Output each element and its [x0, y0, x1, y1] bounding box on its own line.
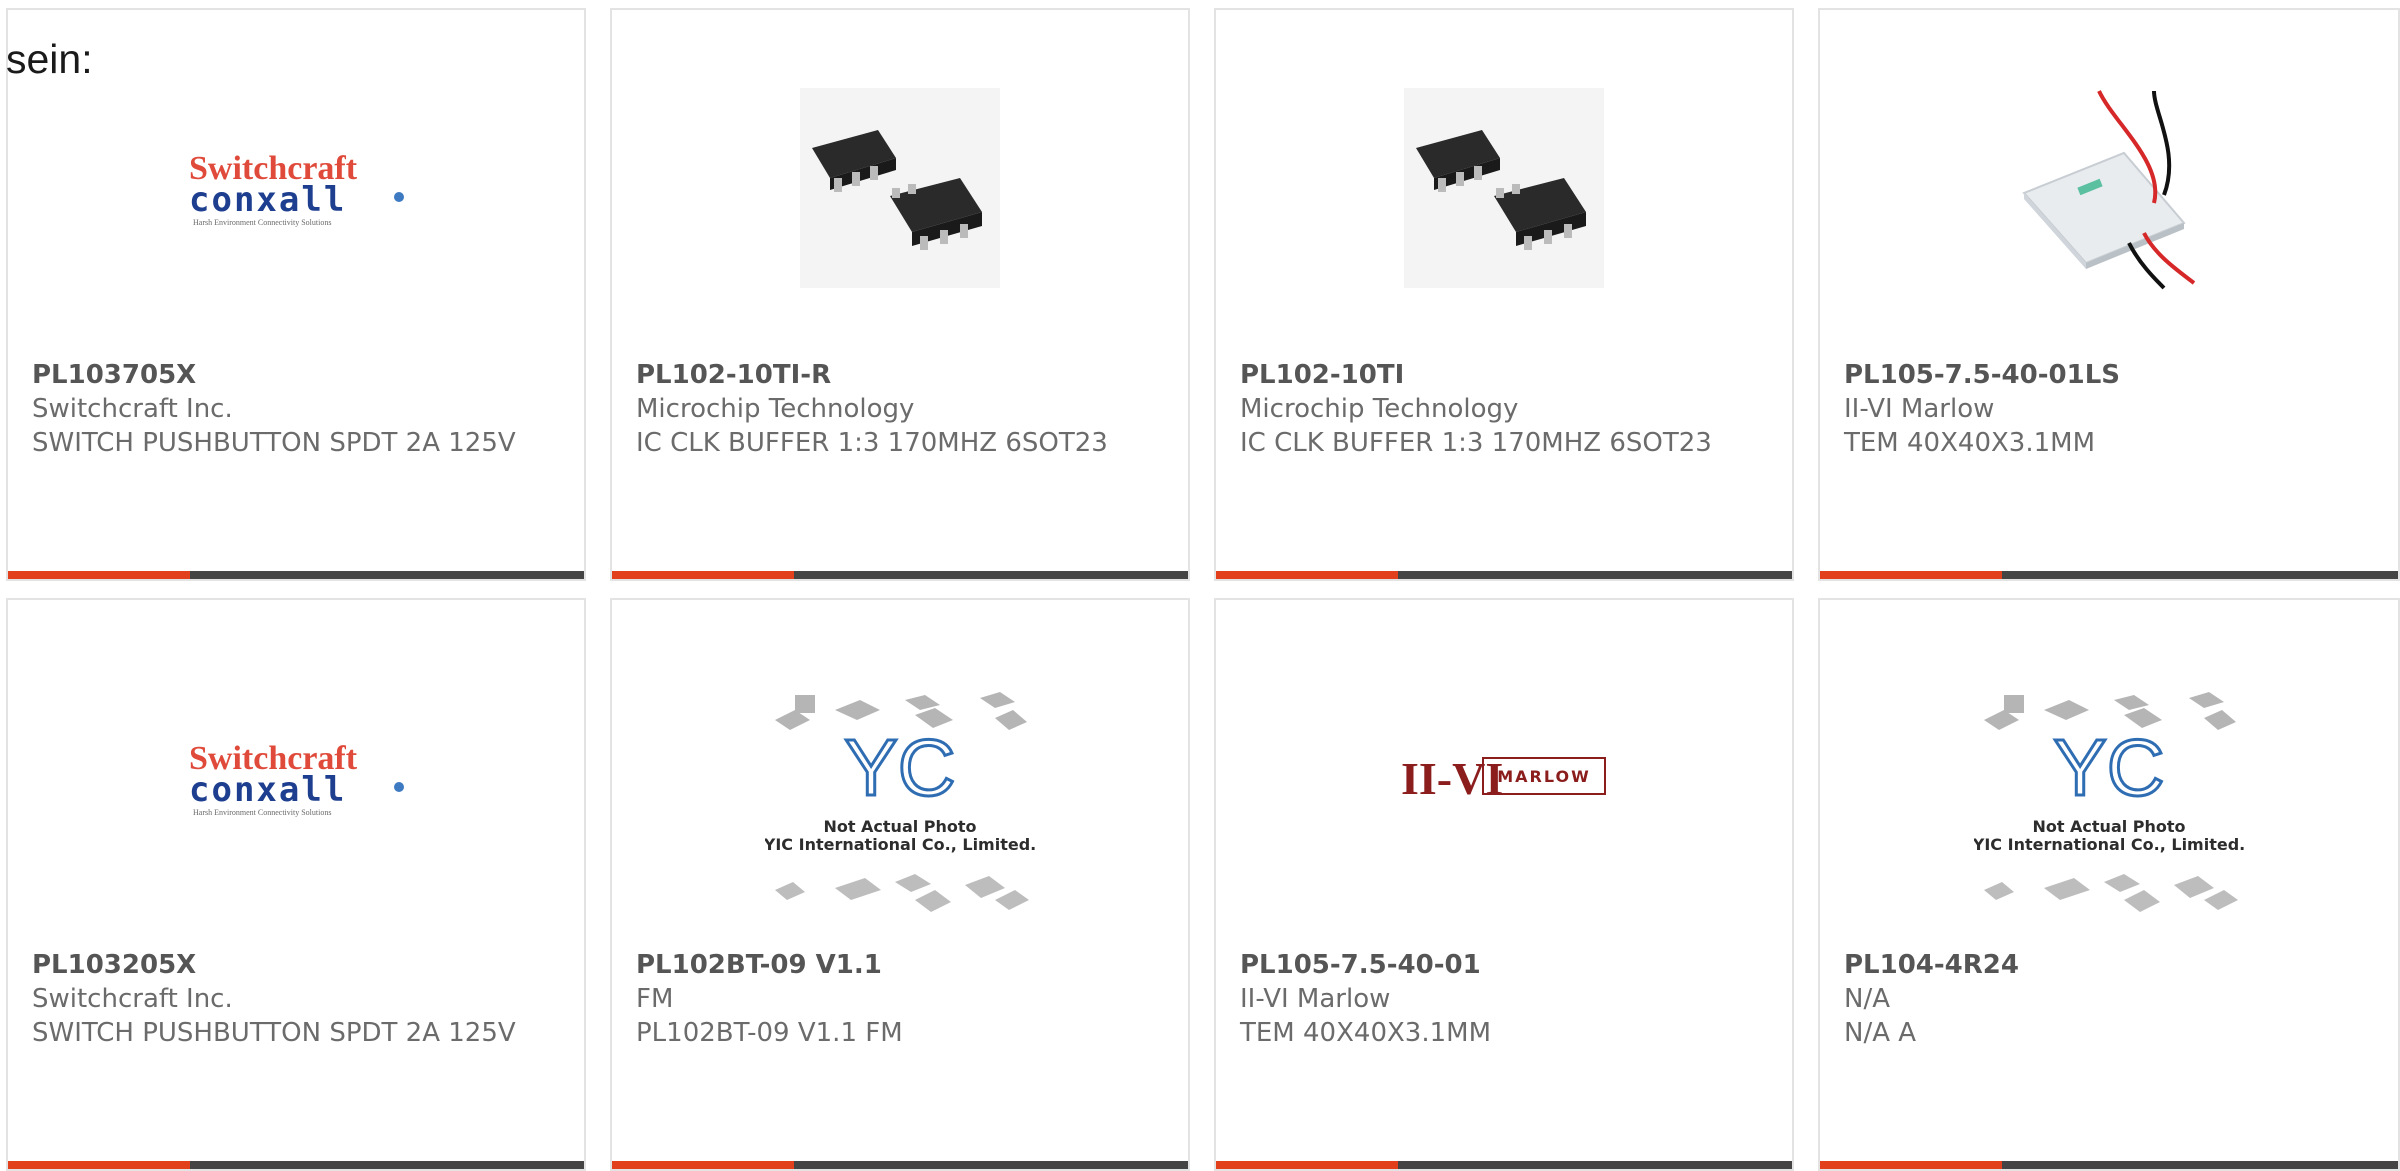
manufacturer: Microchip Technology: [636, 394, 915, 424]
part-number[interactable]: PL103205X: [32, 948, 552, 982]
description: N/A A: [1844, 1018, 1917, 1048]
placeholder-text: YIC International Co., Limited.: [1974, 835, 2244, 854]
description: TEM 40X40X3.1MM: [1240, 1018, 1492, 1048]
logo-text: Harsh Environment Connectivity Solutions: [193, 218, 331, 227]
product-image[interactable]: YC Not Actual Photo YIC International Co…: [1820, 690, 2398, 930]
card-bar: [612, 1161, 1188, 1169]
switchcraft-conxall-logo-icon: Switchcraft conxall Harsh Environment Co…: [189, 740, 404, 817]
product-card[interactable]: PL102-10TI-R Microchip Technology IC CLK…: [610, 8, 1190, 581]
yic-placeholder-icon: YC Not Actual Photo YIC International Co…: [765, 692, 1035, 912]
part-number[interactable]: PL102BT-09 V1.1: [636, 948, 1156, 982]
logo-text: conxall: [189, 180, 346, 220]
card-bar: [1216, 1161, 1792, 1169]
product-grid: Switchcraft conxall Harsh Environment Co…: [0, 0, 2400, 1171]
sot23-chip-icon: [800, 87, 1000, 288]
switchcraft-conxall-logo-icon: Switchcraft conxall Harsh Environment Co…: [189, 150, 404, 227]
product-image[interactable]: II-VI MARLOW: [1216, 670, 1792, 885]
part-number[interactable]: PL104-4R24: [1844, 948, 2364, 982]
manufacturer: N/A: [1844, 984, 1890, 1014]
manufacturer: Microchip Technology: [1240, 394, 1519, 424]
product-image[interactable]: YC Not Actual Photo YIC International Co…: [612, 690, 1188, 930]
product-image[interactable]: [1216, 80, 1792, 295]
product-card[interactable]: YC Not Actual Photo YIC International Co…: [1818, 598, 2400, 1171]
card-bar: [1820, 571, 2398, 579]
product-card[interactable]: PL105-7.5-40-01LS II-VI Marlow TEM 40X40…: [1818, 8, 2400, 581]
product-image[interactable]: Switchcraft conxall Harsh Environment Co…: [8, 670, 584, 885]
product-card[interactable]: Switchcraft conxall Harsh Environment Co…: [6, 8, 586, 581]
card-bar: [8, 571, 584, 579]
product-image[interactable]: Switchcraft conxall Harsh Environment Co…: [8, 80, 584, 295]
placeholder-text: Not Actual Photo: [2032, 817, 2185, 836]
sot23-chip-icon: [1404, 87, 1604, 288]
manufacturer: Switchcraft Inc.: [32, 984, 233, 1014]
svg-text:YC: YC: [2053, 723, 2164, 812]
product-card[interactable]: YC Not Actual Photo YIC International Co…: [610, 598, 1190, 1171]
placeholder-text: Not Actual Photo: [823, 817, 976, 836]
card-bar: [1216, 571, 1792, 579]
yic-placeholder-icon: YC Not Actual Photo YIC International Co…: [1974, 692, 2244, 912]
product-image[interactable]: [1820, 80, 2398, 295]
description: IC CLK BUFFER 1:3 170MHZ 6SOT23: [1240, 428, 1712, 458]
description: IC CLK BUFFER 1:3 170MHZ 6SOT23: [636, 428, 1108, 458]
part-number[interactable]: PL103705X: [32, 358, 552, 392]
part-number[interactable]: PL105-7.5-40-01LS: [1844, 358, 2364, 392]
product-card[interactable]: Switchcraft conxall Harsh Environment Co…: [6, 598, 586, 1171]
manufacturer: II-VI Marlow: [1240, 984, 1391, 1014]
description: PL102BT-09 V1.1 FM: [636, 1018, 903, 1048]
logo-text: Harsh Environment Connectivity Solutions: [193, 808, 331, 817]
logo-text: conxall: [189, 770, 346, 810]
card-bar: [1820, 1161, 2398, 1169]
manufacturer: Switchcraft Inc.: [32, 394, 233, 424]
manufacturer: FM: [636, 984, 674, 1014]
intro-text: sein:: [6, 36, 93, 82]
product-card[interactable]: II-VI MARLOW PL105-7.5-40-01 II-VI Marlo…: [1214, 598, 1794, 1171]
placeholder-text: YIC International Co., Limited.: [765, 835, 1035, 854]
product-image[interactable]: [612, 80, 1188, 295]
logo-text: II-VI: [1401, 753, 1503, 804]
card-bar: [612, 571, 1188, 579]
description: SWITCH PUSHBUTTON SPDT 2A 125V: [32, 1018, 516, 1048]
thermoelectric-module-icon: [2022, 89, 2196, 289]
product-card[interactable]: PL102-10TI Microchip Technology IC CLK B…: [1214, 8, 1794, 581]
description: TEM 40X40X3.1MM: [1844, 428, 2096, 458]
part-number[interactable]: PL102-10TI: [1240, 358, 1760, 392]
ii-vi-marlow-logo-icon: II-VI MARLOW: [1401, 753, 1606, 804]
part-number[interactable]: PL105-7.5-40-01: [1240, 948, 1760, 982]
description: SWITCH PUSHBUTTON SPDT 2A 125V: [32, 428, 516, 458]
logo-text: MARLOW: [1497, 767, 1591, 786]
manufacturer: II-VI Marlow: [1844, 394, 1995, 424]
svg-text:YC: YC: [844, 723, 955, 812]
card-bar: [8, 1161, 584, 1169]
part-number[interactable]: PL102-10TI-R: [636, 358, 1156, 392]
